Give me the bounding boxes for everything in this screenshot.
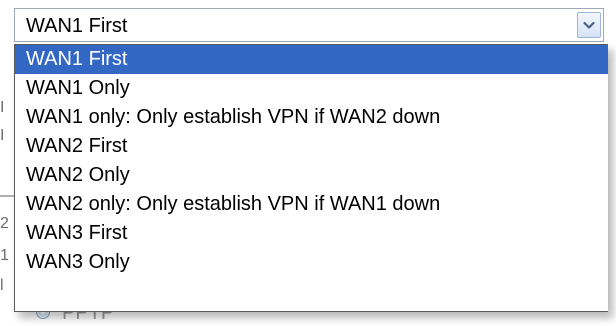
option-wan1-only[interactable]: WAN1 Only	[15, 74, 608, 103]
option-wan2-only[interactable]: WAN2 Only	[15, 161, 608, 190]
chevron-down-glyph	[583, 21, 595, 29]
option-wan2-first[interactable]: WAN2 First	[15, 132, 608, 161]
option-wan1-first[interactable]: WAN1 First	[15, 45, 608, 74]
background-text-fragment: 2	[0, 215, 9, 232]
background-text-fragment: 1	[0, 247, 9, 264]
wan-select-value: WAN1 First	[26, 15, 128, 37]
background-text-fragment: I	[0, 99, 5, 116]
option-wan1-only-vpn-if-wan2-down[interactable]: WAN1 only: Only establish VPN if WAN2 do…	[15, 103, 608, 132]
wan-select[interactable]: WAN1 First	[14, 8, 604, 42]
wan-select-dropdown: WAN1 First WAN1 Only WAN1 only: Only est…	[14, 44, 608, 312]
background-text-fragment: I	[0, 127, 5, 144]
option-wan3-only[interactable]: WAN3 Only	[15, 248, 608, 277]
background-text-fragment: —	[0, 187, 16, 204]
chevron-down-icon[interactable]	[577, 12, 601, 38]
option-wan3-first[interactable]: WAN3 First	[15, 219, 608, 248]
screenshot: I I — 2 1 l PPTP WAN1 First WAN1 First W…	[0, 0, 616, 326]
background-text-fragment: l	[0, 277, 4, 294]
option-wan2-only-vpn-if-wan1-down[interactable]: WAN2 only: Only establish VPN if WAN1 do…	[15, 190, 608, 219]
